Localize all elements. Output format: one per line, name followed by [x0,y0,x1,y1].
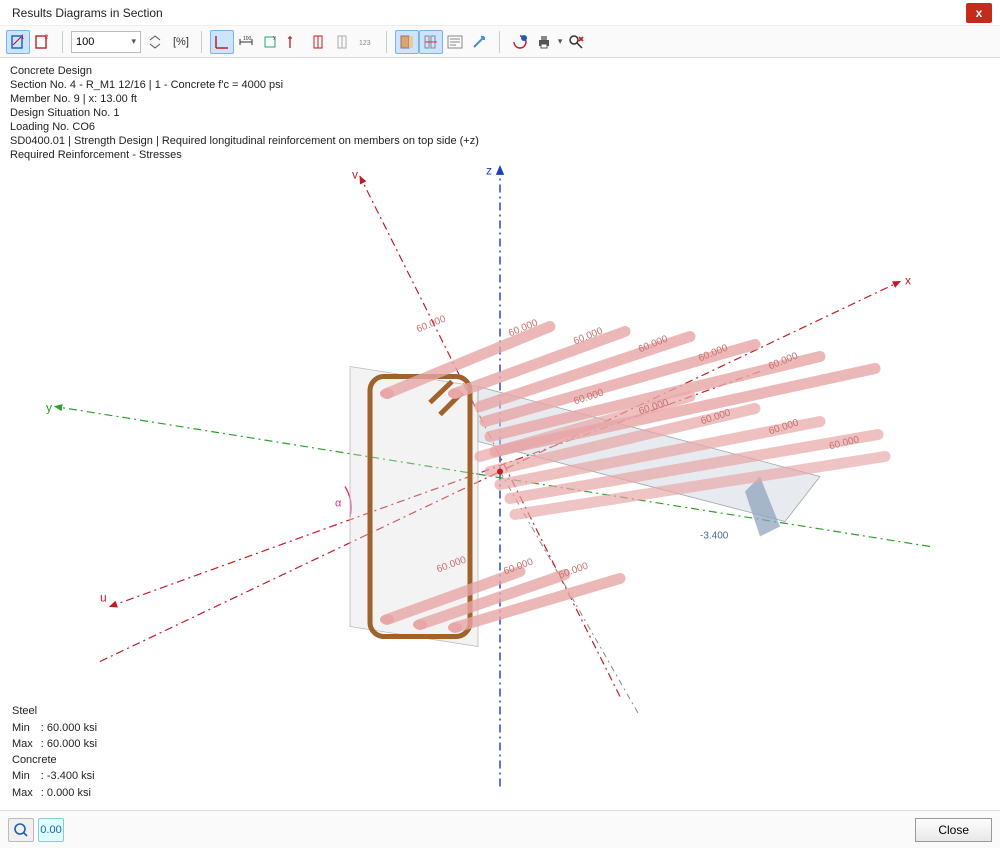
section-fill-icon[interactable] [306,30,330,54]
info-l3: Member No. 9 | x: 13.00 ft [10,92,990,106]
axis-y-label: y [46,401,52,415]
concrete-stress-value: -3.400 [700,531,729,542]
zoom-stepper-icon[interactable] [143,30,167,54]
chevron-down-icon: ▾ [131,36,136,47]
section-outline-icon[interactable] [282,30,306,54]
section-outline-gray-icon[interactable] [330,30,354,54]
svg-text:1: 1 [21,35,25,41]
footer: 0.00 Close [0,810,1000,848]
results-on-section-icon[interactable]: 1 [6,30,30,54]
toolbar: 1 2 100 ▾ [%] 100 y 123 [0,26,1000,58]
axis-v-label: v [352,168,358,182]
result-block: Steel Min: 60.000 ksi Max: 60.000 ksi Co… [10,702,105,802]
axis-alpha-label: α [335,498,342,510]
svg-text:60.000: 60.000 [415,313,448,335]
show-diagram-icon[interactable] [419,30,443,54]
close-button[interactable]: Close [915,818,992,842]
results-on-section-alt-icon[interactable]: 2 [30,30,54,54]
info-l1: Concrete Design [10,64,990,78]
show-text-icon[interactable] [443,30,467,54]
concrete-header: Concrete [12,753,103,767]
stress-points-icon[interactable]: y [258,30,282,54]
window-close-button[interactable]: x [966,3,992,23]
print-icon[interactable] [532,30,556,54]
svg-text:123: 123 [359,40,371,47]
svg-text:y: y [273,35,276,41]
svg-text:2: 2 [45,35,49,41]
help-button[interactable] [8,818,34,842]
direction-icon[interactable] [467,30,491,54]
pct-label: [%] [169,36,193,48]
axis-x-label: x [905,274,911,288]
svg-text:60.000: 60.000 [557,560,590,581]
info-l6: SD0400.01 | Strength Design | Required l… [10,134,990,148]
steel-header: Steel [12,704,103,718]
numbering-icon[interactable]: 123 [354,30,378,54]
window-title: Results Diagrams in Section [8,6,966,20]
local-axes-icon[interactable] [210,30,234,54]
zoom-value: 100 [76,36,94,48]
svg-text:100: 100 [243,36,252,42]
dimensions-icon[interactable]: 100 [234,30,258,54]
svg-text:60.000: 60.000 [768,417,801,437]
axis-z-label: z [486,164,492,178]
info-block: Concrete Design Section No. 4 - R_M1 12/… [0,58,1000,165]
info-l2: Section No. 4 - R_M1 12/16 | 1 - Concret… [10,78,990,92]
search-cancel-icon[interactable] [564,30,588,54]
axis-u-label: u [100,591,107,605]
zoom-combo[interactable]: 100 ▾ [71,31,141,53]
title-bar: Results Diagrams in Section x [0,0,1000,26]
info-l5: Loading No. CO6 [10,120,990,134]
show-values-icon[interactable] [395,30,419,54]
refresh-icon[interactable] [508,30,532,54]
diagram-canvas[interactable]: z y x u v α -3.400 60.000 60.000 60.000 [0,155,1000,808]
info-l4: Design Situation No. 1 [10,106,990,120]
decimals-button[interactable]: 0.00 [38,818,64,842]
